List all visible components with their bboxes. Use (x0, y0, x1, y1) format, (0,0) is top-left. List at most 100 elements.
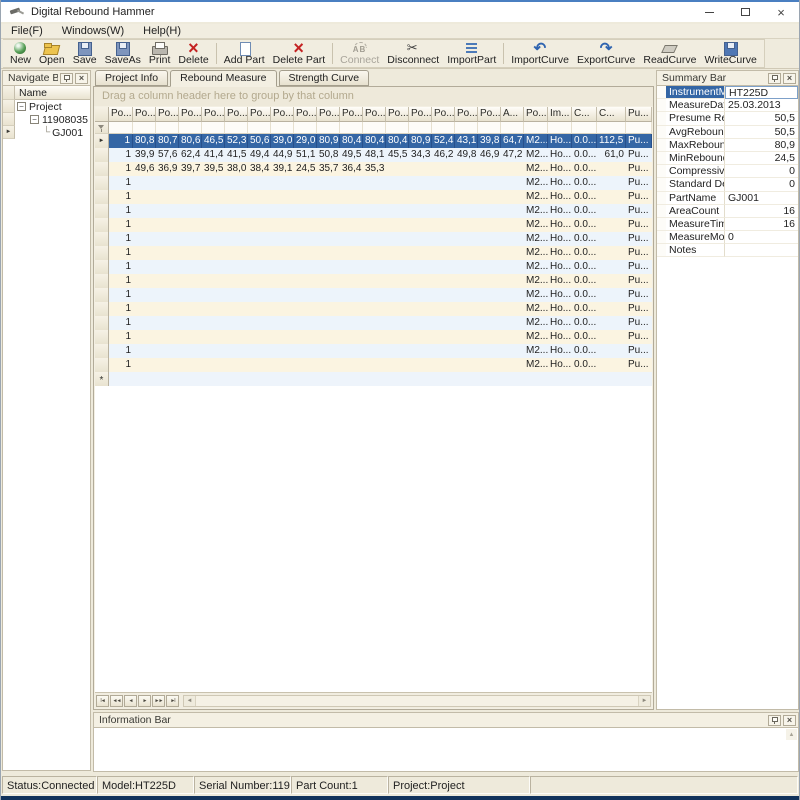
grid-cell[interactable]: 64,7 (501, 134, 524, 148)
grid-cell[interactable] (597, 246, 626, 260)
summary-field-value[interactable]: 16 (725, 218, 798, 231)
filter-cell[interactable] (501, 122, 524, 134)
grid-cell[interactable] (340, 218, 363, 232)
grid-cell[interactable] (524, 372, 548, 386)
grid-cell[interactable] (597, 344, 626, 358)
grid-cell[interactable] (271, 358, 294, 372)
grid-cell[interactable]: M2... (524, 148, 548, 162)
grid-cell[interactable] (248, 246, 271, 260)
grid-cell[interactable]: 38,0 (225, 162, 248, 176)
grid-cell[interactable] (294, 218, 317, 232)
scroll-left-icon[interactable]: ◄ (184, 696, 196, 706)
grid-cell[interactable]: 1 (109, 134, 133, 148)
column-header[interactable]: Po... (524, 107, 548, 122)
scroll-right-icon[interactable]: ► (638, 696, 650, 706)
grid-cell[interactable] (386, 204, 409, 218)
pager-prev-button[interactable]: ◄ (124, 695, 137, 707)
grid-cell[interactable] (271, 260, 294, 274)
summary-field-name[interactable]: AvgRebound (666, 126, 725, 139)
grid-cell[interactable]: 80,9 (409, 134, 432, 148)
summary-field-name[interactable]: Compressive Stre (666, 165, 725, 178)
grid-cell[interactable] (271, 204, 294, 218)
grid-cell[interactable] (156, 302, 179, 316)
grid-cell[interactable] (409, 372, 432, 386)
column-header[interactable]: Po... (133, 107, 156, 122)
column-header[interactable]: Po... (179, 107, 202, 122)
grid-cell[interactable] (202, 302, 225, 316)
grid-cell[interactable] (432, 358, 455, 372)
grid-cell[interactable] (202, 190, 225, 204)
grid-cell[interactable] (363, 288, 386, 302)
grid-cell[interactable] (225, 190, 248, 204)
grid-cell[interactable]: 49,6 (133, 162, 156, 176)
grid-cell[interactable] (156, 344, 179, 358)
filter-cell[interactable] (156, 122, 179, 134)
grid-cell[interactable] (626, 372, 652, 386)
grid-cell[interactable] (225, 302, 248, 316)
grid-cell[interactable] (248, 288, 271, 302)
grid-cell[interactable]: 39,8 (478, 134, 501, 148)
grid-cell[interactable] (597, 274, 626, 288)
grid-cell[interactable] (202, 344, 225, 358)
grid-cell[interactable]: Ho... (548, 288, 572, 302)
grid-cell[interactable] (501, 218, 524, 232)
grid-cell[interactable] (409, 246, 432, 260)
grid-cell[interactable] (386, 330, 409, 344)
grid-cell[interactable] (248, 232, 271, 246)
grid-cell[interactable]: 47,2 (501, 148, 524, 162)
grid-cell[interactable] (432, 162, 455, 176)
grid-cell[interactable] (363, 246, 386, 260)
grid-cell[interactable]: Pu... (626, 204, 652, 218)
grid-cell[interactable] (271, 190, 294, 204)
grid-cell[interactable]: M2... (524, 190, 548, 204)
grid-cell[interactable]: M2... (524, 176, 548, 190)
grid-cell[interactable]: Ho... (548, 358, 572, 372)
grid-cell[interactable] (225, 246, 248, 260)
grid-cell[interactable]: Pu... (626, 176, 652, 190)
toolbar-button-importpart[interactable]: ImportPart (443, 40, 500, 67)
grid-cell[interactable] (133, 344, 156, 358)
grid-cell[interactable] (225, 260, 248, 274)
grid-cell[interactable] (133, 204, 156, 218)
filter-cell[interactable] (363, 122, 386, 134)
grid-cell[interactable] (294, 372, 317, 386)
grid-cell[interactable] (340, 372, 363, 386)
grid-cell[interactable] (386, 176, 409, 190)
grid-cell[interactable] (248, 218, 271, 232)
grid-cell[interactable] (386, 162, 409, 176)
summary-field-name[interactable]: MeasureTimes (666, 218, 725, 231)
summary-field-value[interactable]: HT225D (725, 86, 798, 99)
grid-cell[interactable]: 34,3 (409, 148, 432, 162)
column-header[interactable]: Po... (156, 107, 179, 122)
grid-cell[interactable] (202, 288, 225, 302)
grid-cell[interactable] (202, 372, 225, 386)
grid-cell[interactable]: 39,0 (271, 134, 294, 148)
grid-cell[interactable] (133, 246, 156, 260)
column-header[interactable]: Po... (248, 107, 271, 122)
grid-cell[interactable]: 36,9 (156, 162, 179, 176)
grid-cell[interactable]: 0.0... (572, 134, 597, 148)
grid-cell[interactable]: 1 (109, 316, 133, 330)
grid-cell[interactable] (317, 302, 340, 316)
grid-cell[interactable] (179, 260, 202, 274)
filter-cell[interactable] (294, 122, 317, 134)
grid-cell[interactable]: 1 (109, 330, 133, 344)
grid-cell[interactable] (294, 246, 317, 260)
grid-cell[interactable]: 0.0... (572, 232, 597, 246)
grid-cell[interactable] (478, 274, 501, 288)
grid-cell[interactable]: 39,9 (133, 148, 156, 162)
grid-cell[interactable] (317, 358, 340, 372)
summary-field-name[interactable]: MaxRebound (666, 139, 725, 152)
grid-cell[interactable] (294, 232, 317, 246)
grid-cell[interactable]: Ho... (548, 232, 572, 246)
grid-cell[interactable] (432, 218, 455, 232)
grid-cell[interactable] (501, 302, 524, 316)
toolbar-button-save[interactable]: Save (69, 40, 101, 67)
grid-cell[interactable]: 0.0... (572, 358, 597, 372)
grid-cell[interactable] (363, 358, 386, 372)
grid-cell[interactable] (179, 218, 202, 232)
grid-cell[interactable]: Pu... (626, 358, 652, 372)
grid-cell[interactable] (202, 330, 225, 344)
summary-field-value[interactable]: 24,5 (725, 152, 798, 165)
summary-field-name[interactable]: MeasureDate (666, 99, 725, 112)
